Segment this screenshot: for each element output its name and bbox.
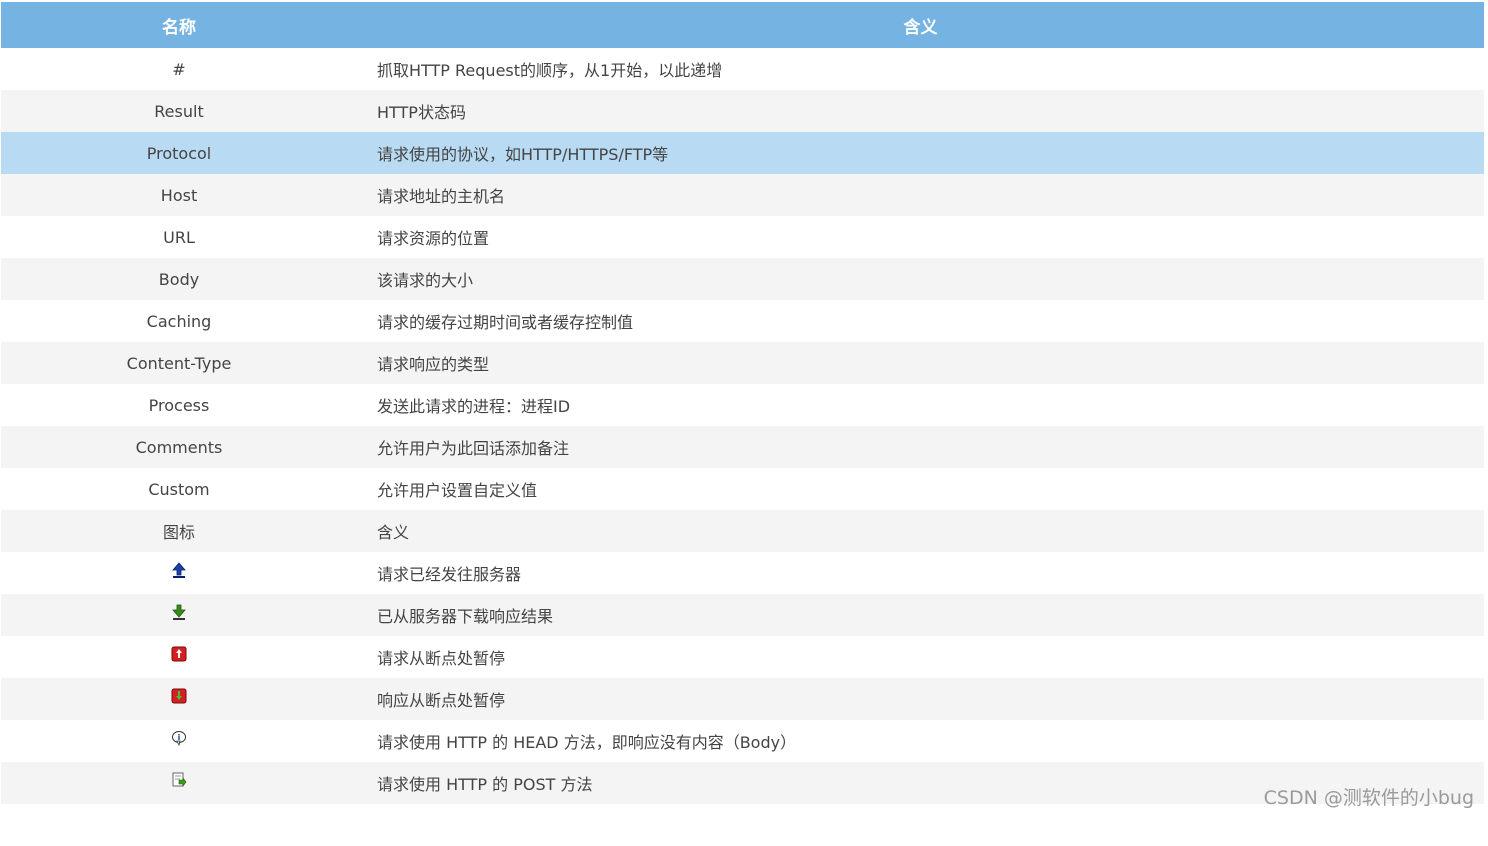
table-row: 请求已经发往服务器	[1, 552, 1484, 594]
info-table: 名称 含义 # 抓取HTTP Request的顺序，从1开始，以此递增 Resu…	[1, 2, 1484, 846]
row-name: Host	[1, 186, 357, 205]
row-meaning: 抓取HTTP Request的顺序，从1开始，以此递增	[357, 57, 1484, 81]
table-row: 响应从断点处暂停	[1, 678, 1484, 720]
table-row: 请求从断点处暂停	[1, 636, 1484, 678]
table-row: 已从服务器下载响应结果	[1, 594, 1484, 636]
row-name: Protocol	[1, 144, 357, 163]
row-meaning: 允许用户设置自定义值	[357, 477, 1484, 501]
row-meaning: 响应从断点处暂停	[357, 687, 1484, 711]
row-meaning: 发送此请求的进程：进程ID	[357, 393, 1484, 417]
row-name: Content-Type	[1, 354, 357, 373]
upload-arrow-icon	[171, 562, 187, 578]
table-row: 请求使用 HTTP 的 POST 方法	[1, 762, 1484, 804]
row-name: Caching	[1, 312, 357, 331]
table-header: 名称 含义	[1, 2, 1484, 48]
row-meaning: 请求使用 HTTP 的 HEAD 方法，即响应没有内容（Body）	[357, 729, 1484, 753]
row-meaning: 请求的缓存过期时间或者缓存控制值	[357, 309, 1484, 333]
row-meaning: 请求使用的协议，如HTTP/HTTPS/FTP等	[357, 141, 1484, 165]
table-row-highlighted: Protocol 请求使用的协议，如HTTP/HTTPS/FTP等	[1, 132, 1484, 174]
row-meaning: 请求资源的位置	[357, 225, 1484, 249]
download-arrow-icon	[171, 604, 187, 620]
row-name: Process	[1, 396, 357, 415]
table-row: Custom 允许用户设置自定义值	[1, 468, 1484, 510]
table-row: Caching 请求的缓存过期时间或者缓存控制值	[1, 300, 1484, 342]
table-row: Result HTTP状态码	[1, 90, 1484, 132]
table-row: Body 该请求的大小	[1, 258, 1484, 300]
row-meaning: 请求地址的主机名	[357, 183, 1484, 207]
row-meaning: 请求已经发往服务器	[357, 561, 1484, 585]
table-row: Host 请求地址的主机名	[1, 174, 1484, 216]
header-meaning: 含义	[357, 13, 1484, 38]
row-meaning: 请求响应的类型	[357, 351, 1484, 375]
request-breakpoint-icon	[171, 646, 187, 662]
post-method-icon	[171, 772, 187, 788]
table-row: i 请求使用 HTTP 的 HEAD 方法，即响应没有内容（Body）	[1, 720, 1484, 762]
row-name: Comments	[1, 438, 357, 457]
row-meaning: HTTP状态码	[357, 99, 1484, 123]
row-name: Custom	[1, 480, 357, 499]
response-breakpoint-icon	[171, 688, 187, 704]
table-row-cut-off	[1, 804, 1484, 846]
table-row: URL 请求资源的位置	[1, 216, 1484, 258]
row-meaning: 含义	[357, 519, 1484, 543]
row-name: Result	[1, 102, 357, 121]
table-row: 图标 含义	[1, 510, 1484, 552]
table-row: Comments 允许用户为此回话添加备注	[1, 426, 1484, 468]
row-meaning: 请求从断点处暂停	[357, 645, 1484, 669]
svg-text:i: i	[178, 733, 181, 742]
row-name: URL	[1, 228, 357, 247]
table-row: Process 发送此请求的进程：进程ID	[1, 384, 1484, 426]
watermark: CSDN @测软件的小bug	[1264, 783, 1474, 810]
row-meaning: 已从服务器下载响应结果	[357, 603, 1484, 627]
table-row: Content-Type 请求响应的类型	[1, 342, 1484, 384]
head-method-icon: i	[171, 730, 187, 746]
row-meaning: 允许用户为此回话添加备注	[357, 435, 1484, 459]
row-name: Body	[1, 270, 357, 289]
header-name: 名称	[1, 13, 357, 38]
row-name: 图标	[1, 519, 357, 543]
row-name: #	[1, 60, 357, 79]
table-row: # 抓取HTTP Request的顺序，从1开始，以此递增	[1, 48, 1484, 90]
row-meaning: 该请求的大小	[357, 267, 1484, 291]
